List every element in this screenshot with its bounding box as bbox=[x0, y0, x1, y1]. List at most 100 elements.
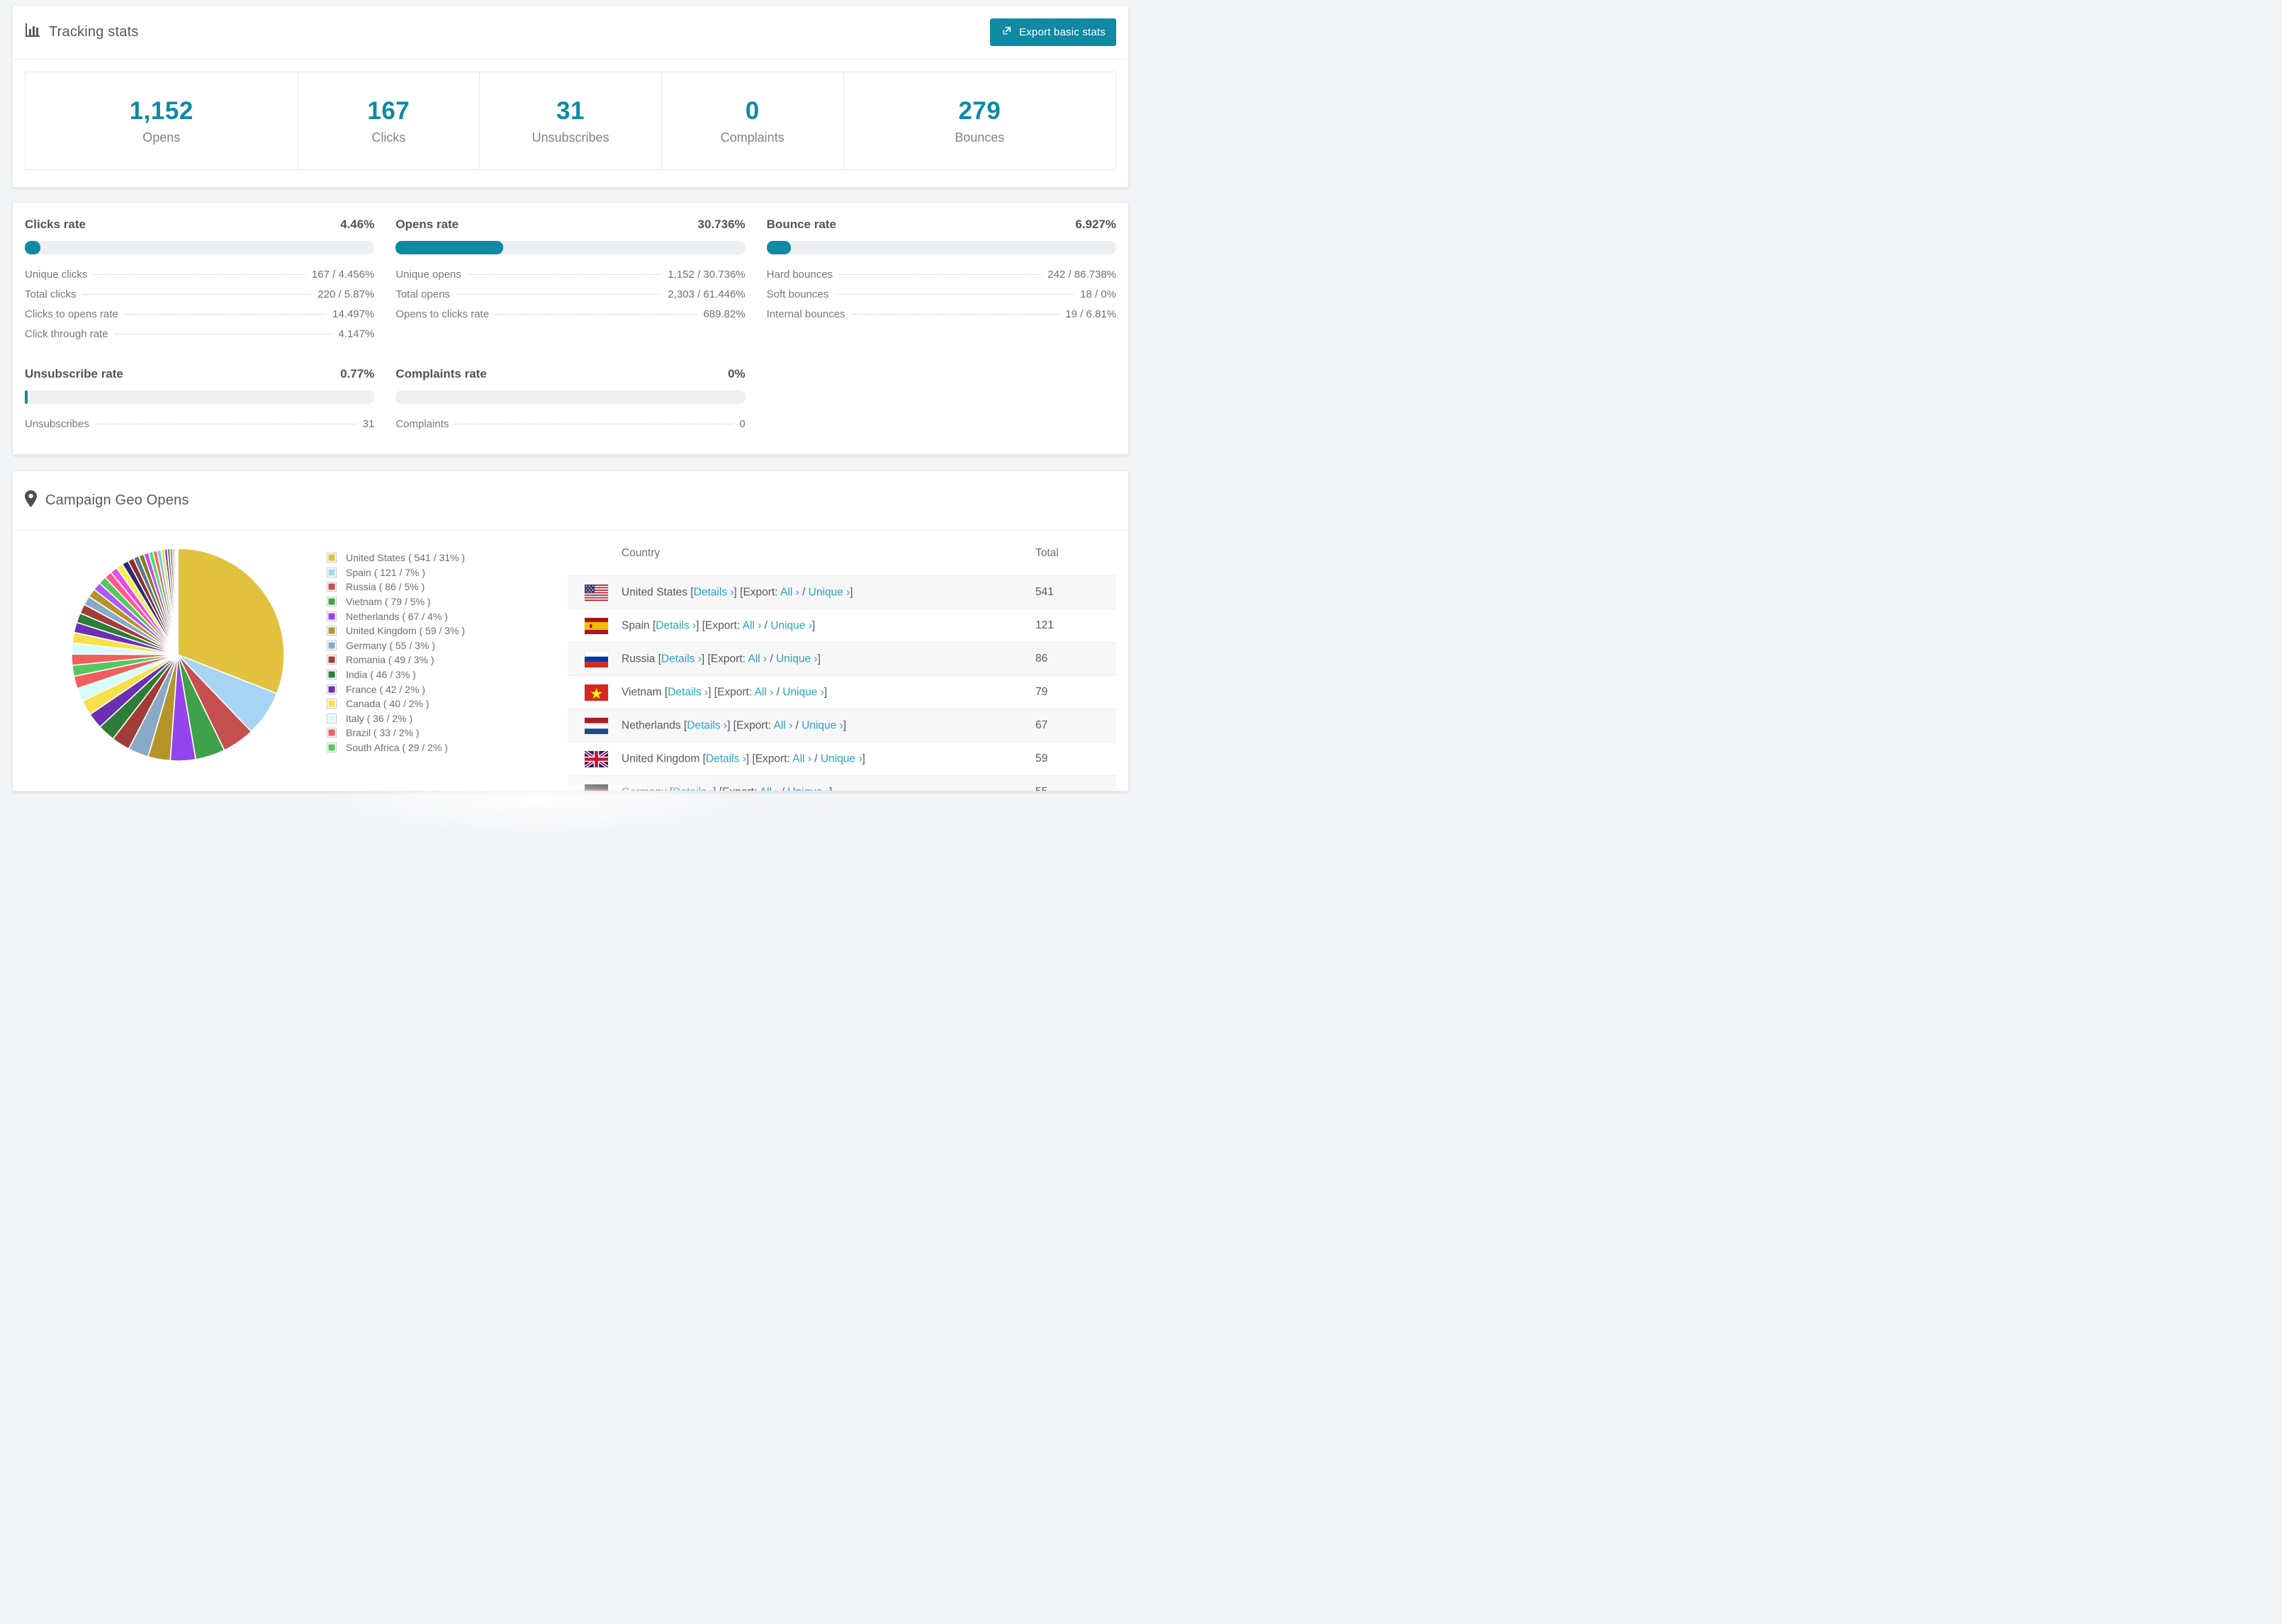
details-link-united-kingdom[interactable]: Details › bbox=[706, 752, 746, 765]
country-name: United States bbox=[622, 586, 688, 599]
rate-title: Opens rate bbox=[395, 218, 459, 231]
details-link-spain[interactable]: Details › bbox=[656, 619, 696, 631]
rate-section-bounce-rate: Bounce rate 6.927% Hard bounces 242 / 86.73… bbox=[766, 218, 1116, 344]
stat-label: Opens bbox=[142, 130, 181, 145]
legend-item-russia: Russia ( 86 / 5% ) bbox=[327, 580, 568, 594]
export-all-link-united-kingdom[interactable]: All › bbox=[792, 752, 811, 765]
tracking-stats-header: Tracking stats Export basic stats bbox=[13, 6, 1128, 60]
metric-label: Internal bounces bbox=[766, 308, 845, 320]
legend-swatch bbox=[327, 670, 337, 680]
details-link-russia[interactable]: Details › bbox=[661, 653, 702, 665]
legend-swatch bbox=[327, 655, 337, 665]
details-link-united-states[interactable]: Details › bbox=[694, 586, 734, 598]
export-all-link-germany[interactable]: All › bbox=[760, 786, 779, 791]
geo-table-row-united-states: United States [Details ›] [Export: All ›… bbox=[568, 575, 1116, 609]
stats-summary-wrap: 1,152 Opens 167 Clicks 31 Unsubscribes 0 Compla… bbox=[13, 60, 1128, 187]
details-link-vietnam[interactable]: Details › bbox=[668, 686, 708, 698]
legend-swatch bbox=[327, 553, 337, 563]
country-cell: United Kingdom [Details ›] [Export: All … bbox=[568, 743, 1035, 776]
legend-swatch bbox=[327, 743, 337, 753]
geo-table-wrap: Country Total United States [Details ›] … bbox=[568, 531, 1116, 791]
rate-title: Clicks rate bbox=[25, 218, 86, 231]
country-cell: United States [Details ›] [Export: All ›… bbox=[568, 576, 1035, 609]
geo-table-row-spain: Spain [Details ›] [Export: All › / Uniqu… bbox=[568, 609, 1116, 643]
legend-item-spain: Spain ( 121 / 7% ) bbox=[327, 565, 568, 580]
export-unique-link-united-states[interactable]: Unique › bbox=[809, 586, 850, 598]
export-all-link-united-states[interactable]: All › bbox=[780, 586, 799, 598]
legend-item-united-states: United States ( 541 / 31% ) bbox=[327, 551, 568, 565]
geo-table-header-row: Country Total bbox=[568, 531, 1116, 576]
metric-row-hard-bounces: Hard bounces 242 / 86.738% bbox=[767, 265, 1116, 285]
legend-swatch bbox=[327, 567, 337, 577]
country-name: Spain bbox=[622, 619, 650, 632]
legend-item-south-africa: South Africa ( 29 / 2% ) bbox=[327, 740, 568, 755]
legend-label: Romania ( 49 / 3% ) bbox=[346, 654, 434, 666]
rate-header: Bounce rate 6.927% bbox=[767, 218, 1116, 232]
geo-card-title-text: Campaign Geo Opens bbox=[45, 492, 189, 508]
details-link-germany[interactable]: Details › bbox=[673, 786, 713, 791]
tracking-stats-page: Tracking stats Export basic stats 1,152 O… bbox=[0, 5, 1141, 835]
metric-value: 18 / 0% bbox=[1080, 288, 1116, 300]
dotted-leader bbox=[839, 274, 1042, 275]
legend-swatch bbox=[327, 611, 337, 621]
country-name: United Kingdom bbox=[622, 752, 700, 765]
country-name: Netherlands bbox=[622, 719, 681, 732]
rate-header: Clicks rate 4.46% bbox=[25, 218, 374, 232]
metric-row-total-opens: Total opens 2,303 / 61.446% bbox=[395, 285, 745, 305]
united-kingdom-flag-icon bbox=[585, 750, 608, 767]
stat-cell-opens: 1,152 Opens bbox=[26, 72, 298, 169]
export-unique-link-united-kingdom[interactable]: Unique › bbox=[821, 752, 862, 765]
legend-item-india: India ( 46 / 3% ) bbox=[327, 667, 568, 682]
legend-item-netherlands: Netherlands ( 67 / 4% ) bbox=[327, 609, 568, 624]
metric-value: 689.82% bbox=[703, 308, 746, 320]
legend-item-italy: Italy ( 36 / 2% ) bbox=[327, 711, 568, 726]
metric-row-click-through-rate: Click through rate 4.147% bbox=[25, 325, 374, 344]
legend-label: Spain ( 121 / 7% ) bbox=[346, 566, 426, 578]
geo-body: United States ( 541 / 31% ) Spain ( 121 /… bbox=[13, 531, 1128, 791]
rate-header: Opens rate 30.736% bbox=[395, 218, 745, 232]
metric-label: Soft bounces bbox=[766, 288, 829, 300]
rates-grid: Clicks rate 4.46% Unique clicks 167 / 4.456… bbox=[25, 218, 1116, 434]
total-cell: 79 bbox=[1035, 686, 1048, 698]
metric-row-unique-opens: Unique opens 1,152 / 30.736% bbox=[395, 265, 745, 285]
spain-flag-icon bbox=[585, 617, 608, 634]
details-link-netherlands[interactable]: Details › bbox=[687, 719, 727, 731]
export-basic-stats-button[interactable]: Export basic stats bbox=[990, 18, 1116, 46]
metric-value: 2,303 / 61.446% bbox=[668, 288, 746, 300]
country-cell: Russia [Details ›] [Export: All › / Uniq… bbox=[568, 643, 1035, 676]
country-name: Germany bbox=[622, 786, 667, 791]
vietnam-flag-icon bbox=[585, 684, 608, 701]
rates-card: Clicks rate 4.46% Unique clicks 167 / 4.456… bbox=[12, 202, 1129, 455]
geo-table-row-united-kingdom: United Kingdom [Details ›] [Export: All … bbox=[568, 742, 1116, 776]
legend-label: United States ( 541 / 31% ) bbox=[346, 552, 466, 564]
export-unique-link-russia[interactable]: Unique › bbox=[776, 653, 818, 665]
export-unique-link-spain[interactable]: Unique › bbox=[770, 619, 812, 631]
dotted-leader bbox=[835, 294, 1074, 295]
geo-table-row-vietnam: Vietnam [Details ›] [Export: All › / Uni… bbox=[568, 675, 1116, 709]
country-column-header: Country bbox=[622, 546, 661, 559]
pie-slice-minor-29[interactable] bbox=[176, 548, 179, 655]
rate-section-unsubscribe-rate: Unsubscribe rate 0.77% Unsubscribes 31 bbox=[25, 367, 375, 434]
united-states-flag-icon bbox=[585, 584, 608, 601]
total-cell: 121 bbox=[1035, 619, 1054, 631]
legend-label: France ( 42 / 2% ) bbox=[346, 683, 426, 695]
export-all-link-netherlands[interactable]: All › bbox=[774, 719, 793, 731]
export-unique-link-netherlands[interactable]: Unique › bbox=[802, 719, 843, 731]
export-unique-link-vietnam[interactable]: Unique › bbox=[782, 686, 824, 698]
export-all-link-spain[interactable]: All › bbox=[743, 619, 762, 631]
progress-fill bbox=[766, 241, 791, 254]
metric-value: 4.147% bbox=[338, 328, 375, 340]
legend-swatch bbox=[327, 699, 337, 709]
legend-item-brazil: Brazil ( 33 / 2% ) bbox=[327, 726, 568, 740]
stat-cell-complaints: 0 Complaints bbox=[661, 72, 843, 169]
metric-label: Clicks to opens rate bbox=[25, 308, 118, 320]
stat-label: Bounces bbox=[955, 130, 1005, 145]
export-unique-link-germany[interactable]: Unique › bbox=[787, 786, 829, 791]
export-all-link-russia[interactable]: All › bbox=[748, 653, 767, 665]
export-all-link-vietnam[interactable]: All › bbox=[755, 686, 774, 698]
metric-value: 167 / 4.456% bbox=[311, 269, 375, 281]
metric-row-total-clicks: Total clicks 220 / 5.87% bbox=[25, 285, 374, 305]
tracking-stats-card: Tracking stats Export basic stats 1,152 O… bbox=[12, 5, 1129, 188]
dotted-leader bbox=[495, 314, 697, 315]
legend-label: Russia ( 86 / 5% ) bbox=[346, 581, 425, 593]
